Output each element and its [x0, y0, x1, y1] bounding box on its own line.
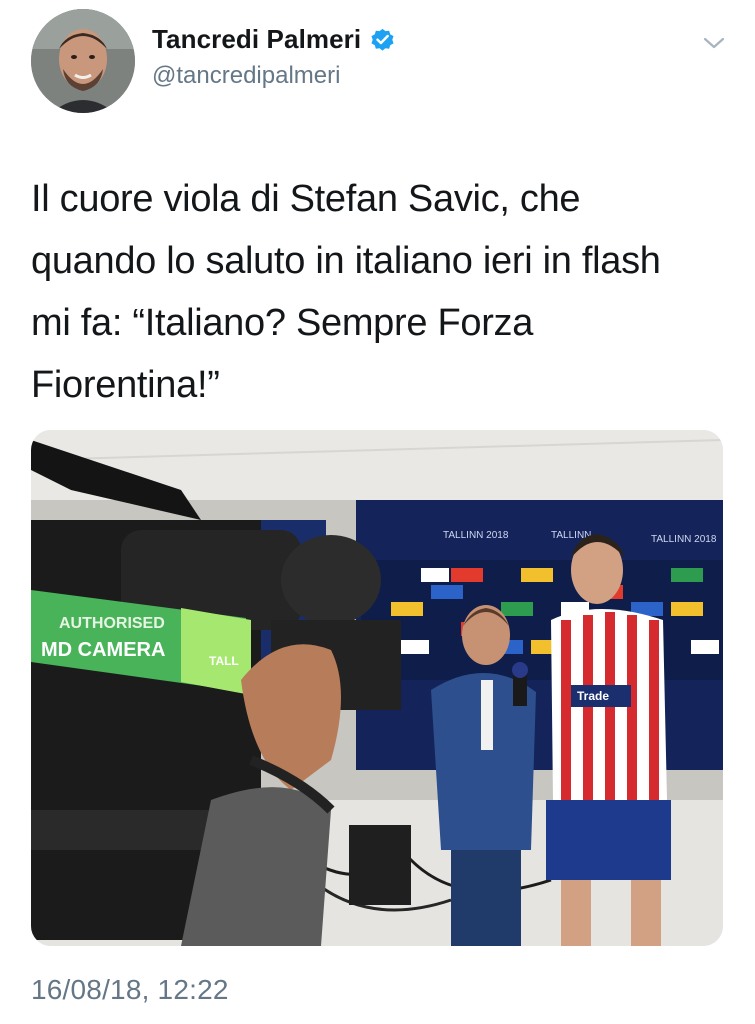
- sponsor-backdrop: [361, 560, 723, 680]
- author-display-name[interactable]: Tancredi Palmeri: [152, 24, 361, 55]
- tweet-card: Tancredi Palmeri @tancredipalmeri Il cuo…: [0, 0, 755, 1024]
- verified-badge-icon: [369, 26, 396, 53]
- sign-line-3: TALL: [209, 654, 239, 668]
- tweet-text-line: Fiorentina!”: [31, 364, 220, 406]
- chevron-down-icon[interactable]: [700, 32, 728, 54]
- author-name-row[interactable]: Tancredi Palmeri: [152, 24, 396, 55]
- tweet-text-line: mi fa: “Italiano? Sempre Forza: [31, 302, 534, 344]
- tweet-photo[interactable]: TALLINN 2018 TALLINN TALLINN 2018 Trade …: [31, 430, 723, 946]
- avatar[interactable]: [31, 9, 135, 113]
- author-handle[interactable]: @tancredipalmeri: [152, 62, 340, 90]
- tweet-timestamp[interactable]: 16/08/18, 12:22: [31, 974, 229, 1006]
- svg-text:Trade: Trade: [577, 689, 609, 703]
- svg-text:TALLINN 2018: TALLINN 2018: [443, 530, 509, 541]
- tweet-text: Il cuore viola di Stefan Savic, che quan…: [31, 168, 731, 416]
- tweet-text-line: Il cuore viola di Stefan Savic, che: [31, 178, 581, 220]
- sign-line-1: AUTHORISED: [59, 615, 165, 632]
- tweet-text-line: quando lo saluto in italiano ieri in fla…: [31, 240, 661, 282]
- svg-text:TALLINN 2018: TALLINN 2018: [651, 534, 717, 545]
- sign-line-2: MD CAMERA: [41, 639, 165, 661]
